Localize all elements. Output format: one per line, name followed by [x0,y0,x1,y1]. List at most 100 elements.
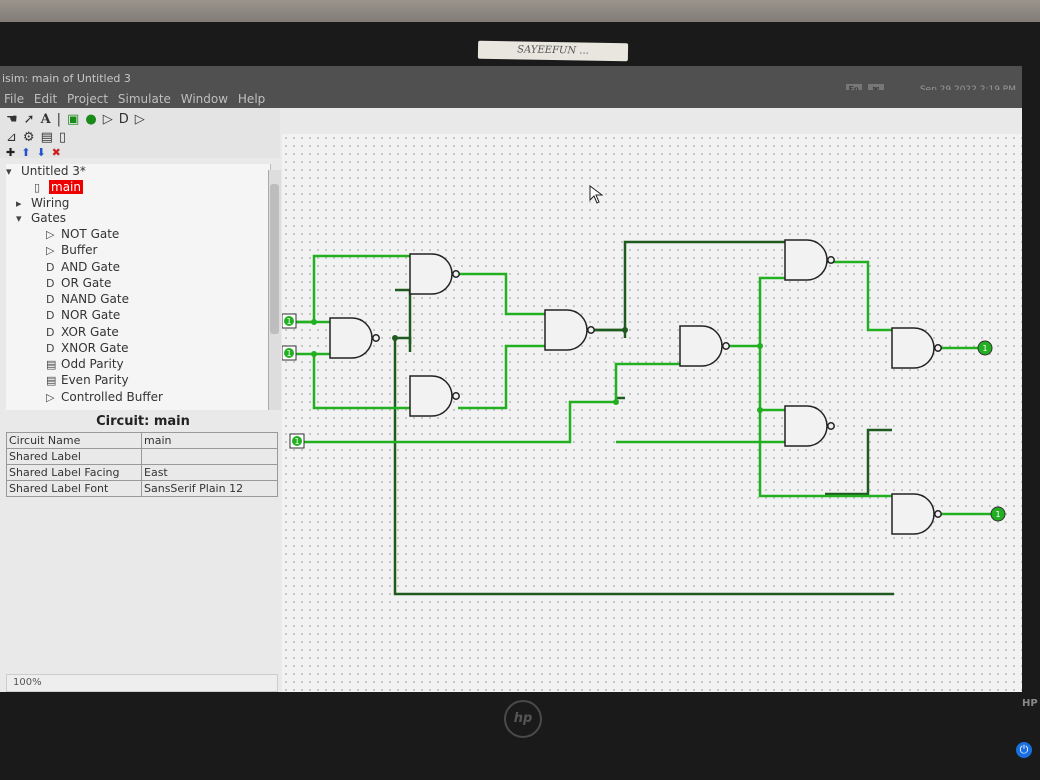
tree-item-odd-parity[interactable]: ▤ Odd Parity [46,357,124,371]
property-row[interactable]: Shared Label [6,448,278,465]
property-row[interactable]: Shared Label Font SansSerif Plain 12 [6,480,278,497]
tree-item-buffer[interactable]: ▷ Buffer [46,243,97,257]
screen: isim: main of Untitled 3 En ✉ Sep 29 202… [0,66,1022,692]
junction-dot [622,327,628,333]
property-key: Circuit Name [6,432,142,449]
item-label: XNOR Gate [61,341,129,355]
nand-gate[interactable] [784,405,835,447]
input-pin-value: 1 [286,349,291,358]
tree-item-even-parity[interactable]: ▤ Even Parity [46,373,129,387]
item-label: NOT Gate [61,227,120,241]
property-value[interactable] [141,448,278,465]
nand-gate[interactable] [679,325,730,367]
menu-bar: File Edit Project Simulate Window Help [0,90,1022,108]
tree-item-controlled-buffer[interactable]: ▷ Controlled Buffer [46,390,163,404]
wire [395,336,412,352]
nand-gate[interactable] [329,317,380,359]
wire-group-on [295,254,997,516]
nand-gate[interactable] [409,253,460,295]
gates [329,239,942,535]
even-parity-icon: ▤ [46,374,57,387]
output-pin-value: 1 [982,344,987,353]
nand-gate[interactable] [544,309,595,351]
output-pin-tool-icon[interactable]: ● [85,112,96,127]
property-row[interactable]: Shared Label Facing East [6,464,278,481]
hp-logo: hp [504,700,542,738]
tree-folder-gates[interactable]: ▾ Gates [16,211,66,225]
controlled-buffer-icon: ▷ [46,391,55,404]
nand-gate[interactable] [891,327,942,369]
item-label: XOR Gate [61,325,119,339]
item-label: NAND Gate [61,292,129,306]
power-icon[interactable]: ⏻ [1016,742,1032,758]
output-pin-value: 1 [995,510,1000,519]
zoom-control[interactable]: 100% [6,674,278,692]
tree-item-or-gate[interactable]: D OR Gate [46,276,111,290]
tree-item-nand-gate[interactable]: D NAND Gate [46,292,129,306]
tree-folder-wiring[interactable]: ▸ Wiring [16,196,69,210]
nand-gate[interactable] [409,375,460,417]
property-value[interactable]: main [141,432,278,449]
or-gate-tool-icon[interactable]: ▷ [135,112,145,127]
add-circuit-icon[interactable]: ✚ [6,146,15,159]
input-pin-tool-icon[interactable]: ▣ [67,112,79,127]
circuit-label: main [49,180,83,194]
nand-gate[interactable] [784,239,835,281]
nand-gate[interactable] [891,493,942,535]
circuit-canvas[interactable]: 1 1 1 1 1 [281,134,1022,692]
circuit-icon: ▯ [34,181,41,194]
tree-item-and-gate[interactable]: D AND Gate [46,260,120,274]
wire [590,240,785,332]
menu-edit[interactable]: Edit [34,92,57,106]
hand-tool-icon[interactable]: ☚ [6,112,18,127]
tree-item-xor-gate[interactable]: D XOR Gate [46,325,119,339]
move-down-icon[interactable]: ⬇ [36,146,45,159]
window-title: isim: main of Untitled 3 [2,72,131,85]
menu-file[interactable]: File [4,92,24,106]
monitor-sticker: SAYEEFUN ... [477,40,629,62]
tree-item-nor-gate[interactable]: D NOR Gate [46,308,120,322]
delete-circuit-icon[interactable]: ✖ [52,146,61,159]
menu-simulate[interactable]: Simulate [118,92,171,106]
text-tool-icon[interactable]: A [41,112,51,127]
odd-parity-icon: ▤ [46,358,57,371]
menu-help[interactable]: Help [238,92,265,106]
and-gate-tool-icon[interactable]: D [119,112,129,127]
circuit-diagram: 1 1 1 1 1 [281,185,1006,596]
wire [295,254,410,324]
wire [458,344,545,410]
nor-gate-icon: D [46,309,55,322]
not-gate-tool-icon[interactable]: ▷ [103,112,113,127]
wire [825,428,892,496]
tree-circuit-main[interactable]: ▯ main [34,180,83,194]
property-value[interactable]: East [141,464,278,481]
wire [758,346,785,412]
wiring-tool-icon[interactable]: ⊿ [6,130,17,145]
project-label: Untitled 3* [21,164,86,178]
tree-view-icon[interactable]: ▤ [41,130,53,145]
chip-tool-icon[interactable]: ⚙ [23,130,35,145]
property-value[interactable]: SansSerif Plain 12 [141,480,278,497]
and-gate-icon: D [46,261,55,274]
menu-window[interactable]: Window [181,92,228,106]
wire [590,328,627,338]
select-tool-icon[interactable]: ➚ [24,112,35,127]
tree-item-xnor-gate[interactable]: D XNOR Gate [46,341,129,355]
tree-item-not-gate[interactable]: ▷ NOT Gate [46,227,119,241]
output-pins [977,340,1006,522]
menu-project[interactable]: Project [67,92,108,106]
junction-dot [757,343,763,349]
not-gate-icon: ▷ [46,228,55,241]
scrollbar-thumb[interactable] [270,184,279,334]
title-bar: isim: main of Untitled 3 En ✉ Sep 29 202… [0,66,1022,96]
nand-gate-icon: D [46,293,55,306]
layout-view-icon[interactable]: ▯ [59,130,66,145]
tree-scrollbar[interactable] [268,170,281,410]
move-up-icon[interactable]: ⬆ [21,146,30,159]
explorer-tree: ▾ Untitled 3* ▯ main ▸ Wiring ▾ Gates ▷ NOT G… [6,164,271,410]
property-key: Shared Label Font [6,480,142,497]
tree-project[interactable]: ▾ Untitled 3* [6,164,86,178]
or-gate-icon: D [46,277,55,290]
buffer-icon: ▷ [46,244,55,257]
property-row[interactable]: Circuit Name main [6,432,278,449]
